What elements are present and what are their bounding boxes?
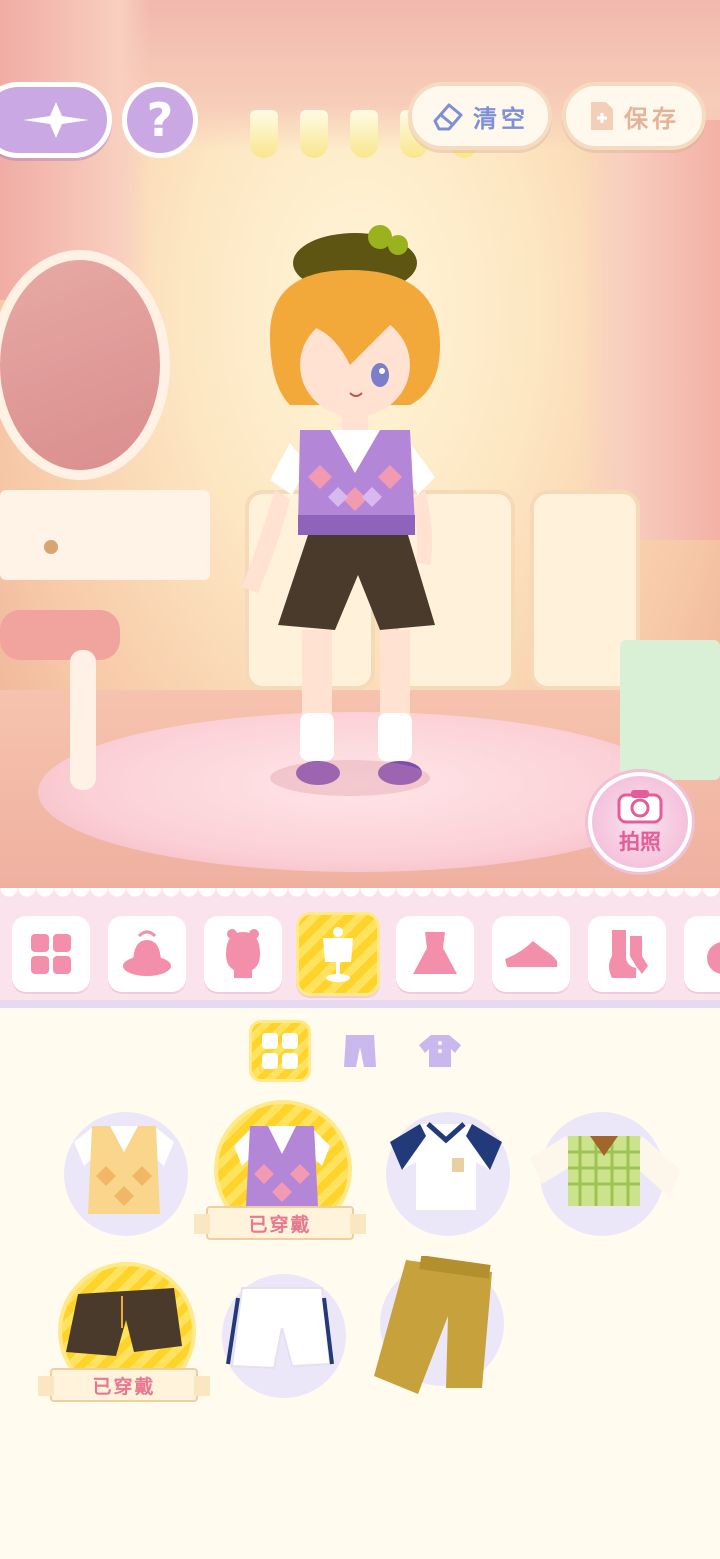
compass-star-icon: [23, 102, 89, 138]
character-shadow: [270, 760, 430, 796]
white-track-shorts-image: [226, 1287, 334, 1370]
gift-box: [620, 640, 720, 780]
clear-label: 清空: [473, 104, 529, 133]
tab-hat[interactable]: [108, 916, 186, 992]
item-purple-argyle-vest[interactable]: 已穿戴: [194, 1100, 366, 1246]
tab-accessory[interactable]: [684, 916, 720, 992]
item-yellow-argyle-vest[interactable]: [54, 1106, 194, 1246]
item-mustard-pants[interactable]: [370, 1256, 510, 1396]
save-label: 保存: [624, 104, 680, 133]
scallop-edge: [0, 888, 720, 902]
pants-icon: [344, 1035, 376, 1067]
photo-button[interactable]: 拍照: [588, 772, 692, 872]
yellow-argyle-vest-image: [74, 1126, 174, 1214]
worn-badge: 已穿戴: [38, 1368, 210, 1402]
hair-icon: [226, 929, 260, 978]
curtain-right: [580, 120, 720, 540]
vanity-mirror: [0, 250, 170, 480]
stool-leg: [70, 650, 96, 790]
vanity-table: [0, 490, 210, 580]
item-white-track-shorts[interactable]: [212, 1268, 352, 1408]
back-button[interactable]: [0, 82, 112, 158]
tab-hair[interactable]: [204, 916, 282, 992]
filter-shirts[interactable]: [409, 1020, 471, 1082]
accessory-icon: [707, 942, 720, 974]
green-plaid-vest-image: [530, 1136, 680, 1206]
all-grid-icon: [262, 1033, 298, 1069]
navy-sailor-tee-image: [390, 1122, 502, 1210]
camera-icon: [617, 790, 663, 824]
help-button[interactable]: ?: [122, 82, 198, 158]
top-mannequin-icon: [323, 927, 353, 982]
photo-label: 拍照: [619, 830, 661, 854]
item-brown-shorts[interactable]: 已穿戴: [38, 1262, 210, 1408]
clear-button[interactable]: 清空: [408, 82, 552, 150]
tab-dress[interactable]: [396, 916, 474, 992]
tab-socks[interactable]: [588, 916, 666, 992]
eraser-icon: [433, 103, 463, 131]
socks-icon: [609, 930, 648, 978]
item-green-plaid-vest[interactable]: [530, 1106, 680, 1246]
shirt-icon: [419, 1035, 461, 1067]
drawer-knob: [44, 540, 58, 554]
item-navy-sailor-tee[interactable]: [376, 1106, 516, 1246]
tab-shoes[interactable]: [492, 916, 570, 992]
filter-bottoms[interactable]: [329, 1020, 391, 1082]
character-figure: [242, 225, 440, 785]
question-mark-icon: ?: [146, 93, 174, 147]
tab-bar-divider: [0, 1000, 720, 1008]
character-avatar[interactable]: [230, 215, 460, 796]
worn-badge: 已穿戴: [194, 1206, 366, 1240]
hat-icon: [123, 930, 171, 976]
document-icon: [591, 102, 613, 130]
stool: [0, 610, 120, 660]
filter-all[interactable]: [249, 1020, 311, 1082]
save-button[interactable]: 保存: [562, 82, 706, 150]
tab-all[interactable]: [12, 916, 90, 992]
category-tab-bar: [0, 888, 720, 1008]
all-grid-icon: [31, 934, 71, 974]
dress-icon: [413, 932, 457, 974]
tab-tops[interactable]: [296, 912, 380, 996]
shoes-icon: [505, 941, 557, 967]
mustard-pants-image: [374, 1256, 492, 1394]
